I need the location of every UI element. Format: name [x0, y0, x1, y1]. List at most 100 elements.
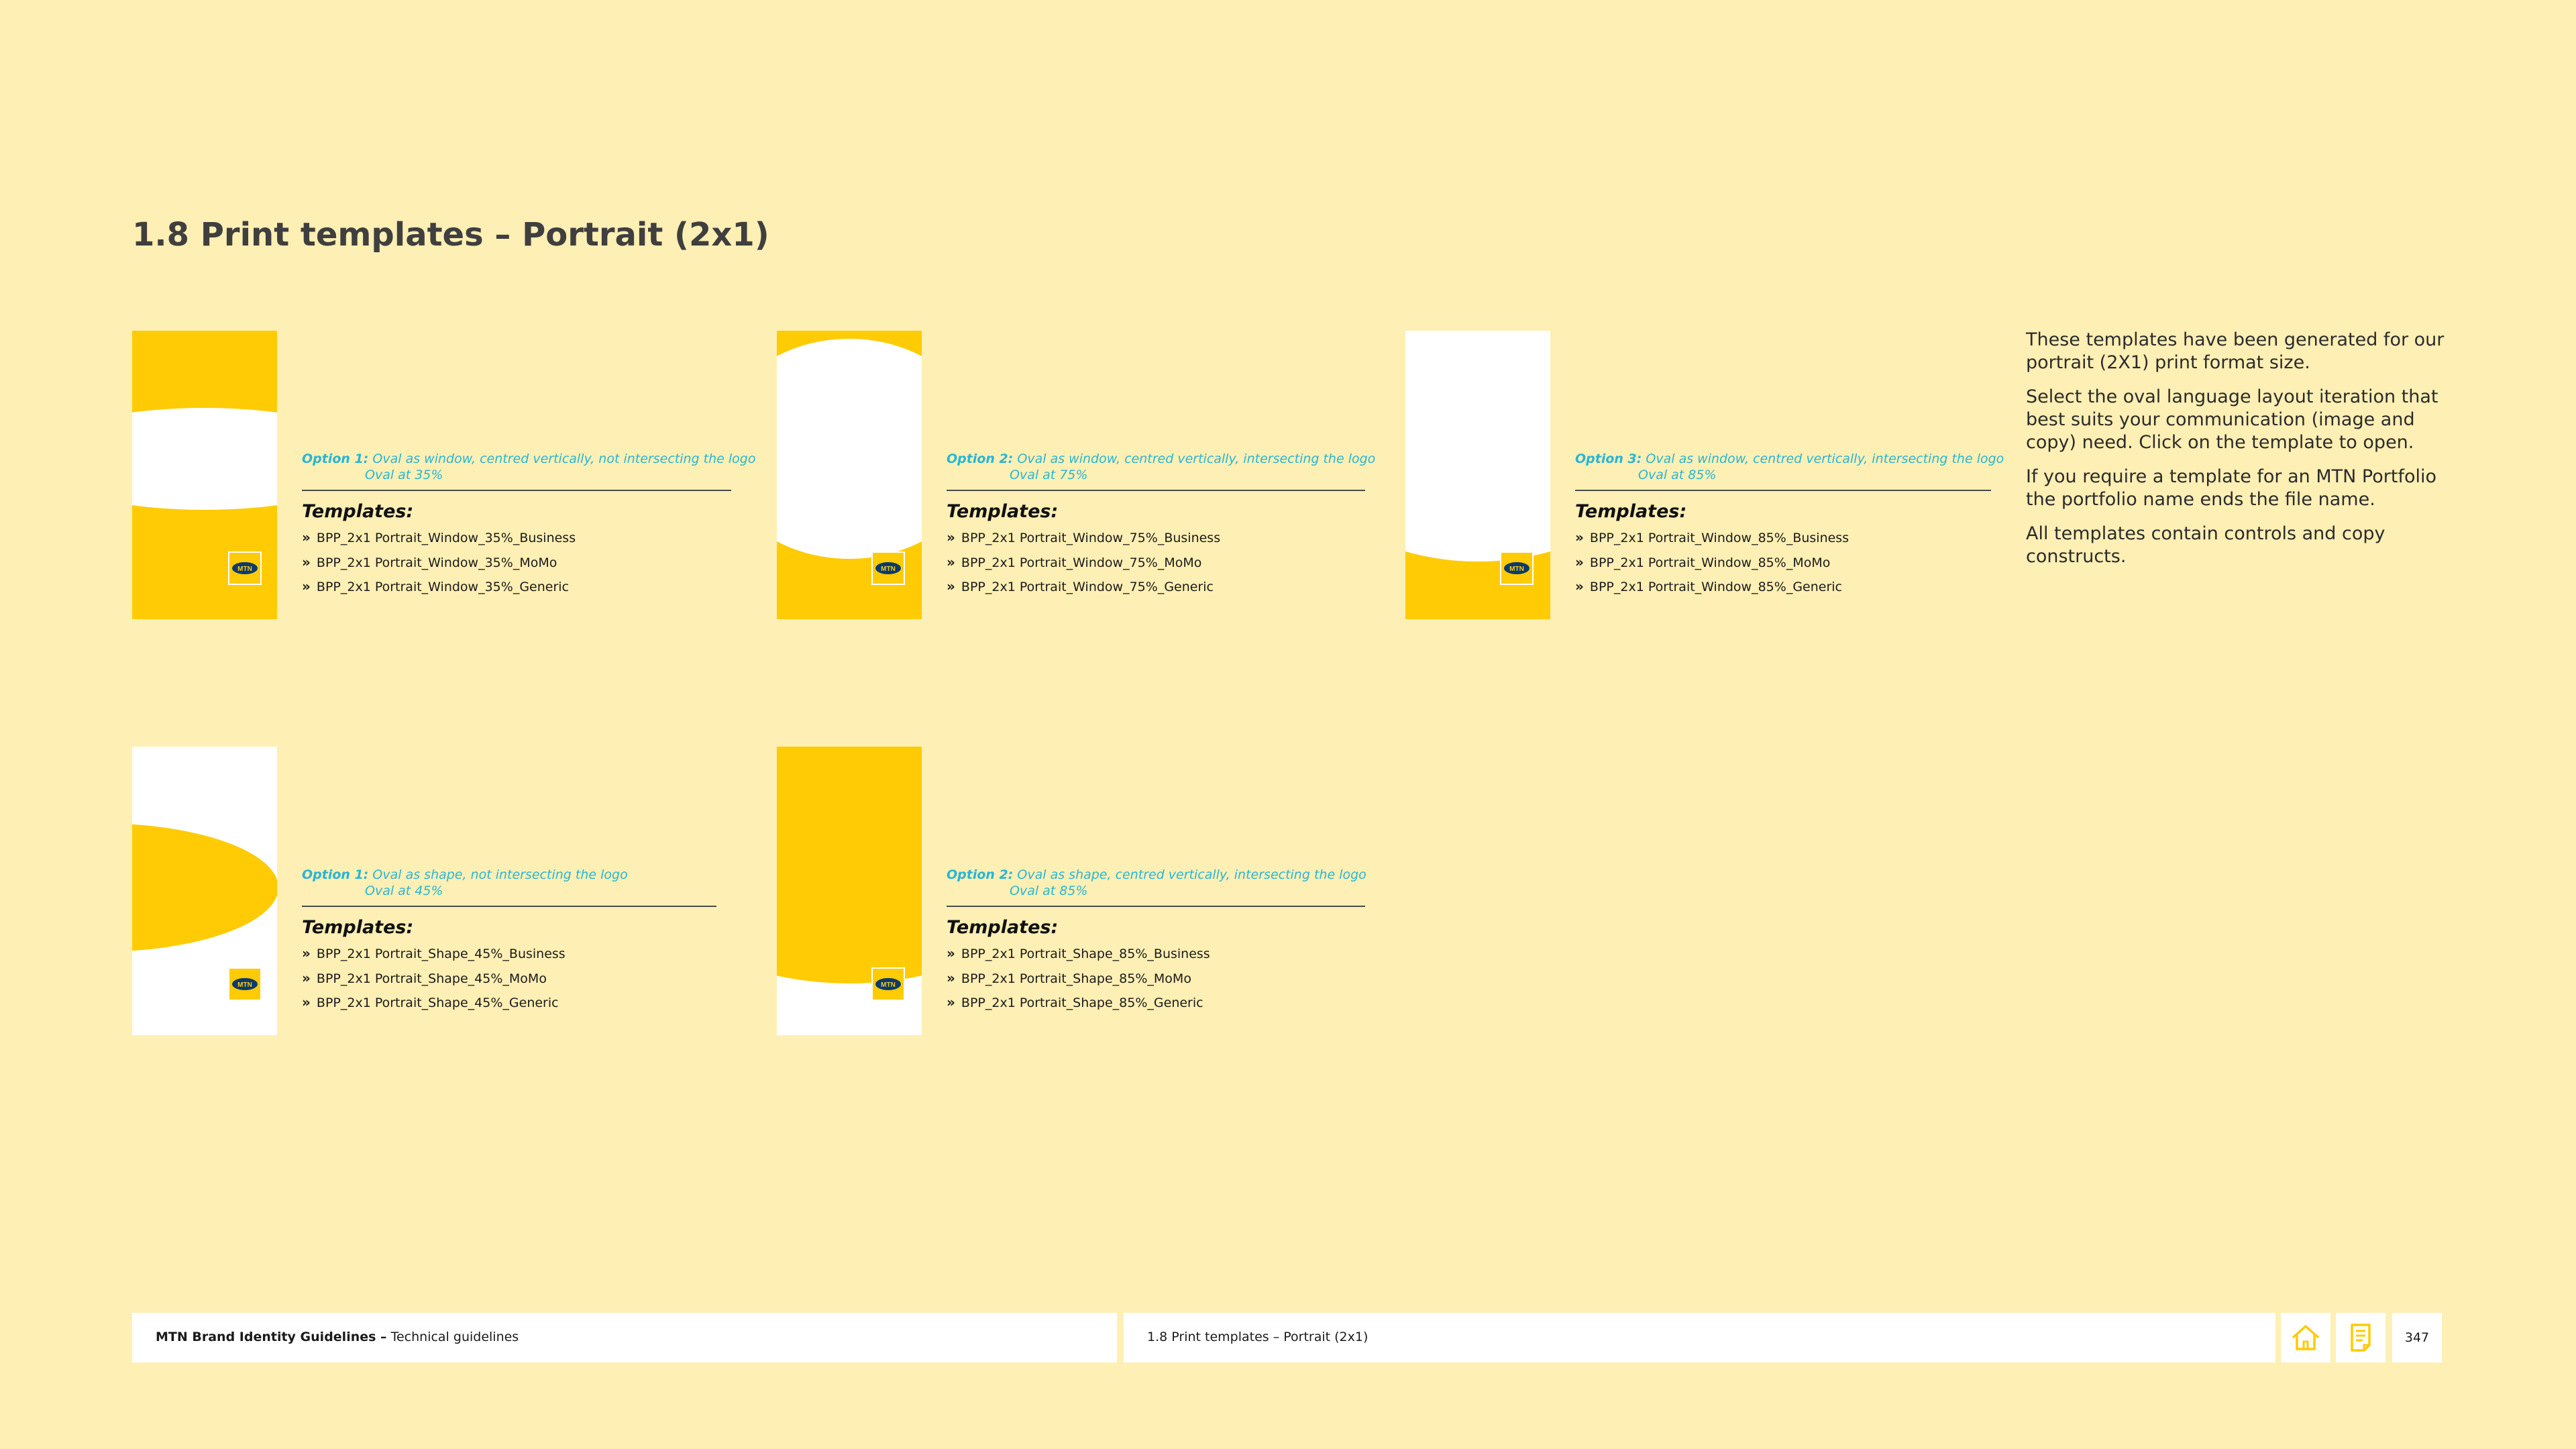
template-link[interactable]: » BPP_2x1 Portrait_Shape_85%_MoMo	[947, 967, 1366, 991]
option-label: Option 1:	[302, 451, 369, 466]
option-line2: Oval at 45%	[365, 883, 443, 898]
home-icon	[2292, 1325, 2319, 1350]
templates-heading: Templates:	[302, 501, 414, 522]
option-label: Option 3:	[1575, 451, 1642, 466]
option-line2: Oval at 85%	[1638, 468, 1717, 482]
option-label: Option 1:	[302, 867, 369, 882]
template-link[interactable]: » BPP_2x1 Portrait_Window_75%_MoMo	[947, 551, 1375, 576]
templates-heading: Templates:	[947, 501, 1059, 522]
option-description: Option 2: Oval as shape, centred vertica…	[947, 867, 1366, 899]
thumbnail-shape-45[interactable]: MTN	[132, 747, 277, 1035]
template-link[interactable]: » BPP_2x1 Portrait_Window_85%_MoMo	[1575, 551, 2004, 576]
double-chevron-right-icon: »	[1575, 529, 1584, 545]
double-chevron-right-icon: »	[947, 994, 955, 1010]
double-chevron-right-icon: »	[947, 945, 955, 961]
double-chevron-right-icon: »	[302, 553, 311, 570]
divider	[947, 906, 1365, 907]
template-link[interactable]: » BPP_2x1 Portrait_Shape_45%_MoMo	[302, 967, 716, 991]
template-link-label: BPP_2x1 Portrait_Window_75%_MoMo	[961, 555, 1202, 570]
option-label: Option 2:	[947, 867, 1014, 882]
template-link[interactable]: » BPP_2x1 Portrait_Shape_85%_Generic	[947, 991, 1366, 1016]
template-link-label: BPP_2x1 Portrait_Window_35%_Business	[316, 531, 576, 545]
double-chevron-right-icon: »	[947, 969, 955, 986]
option-line2: Oval at 35%	[365, 468, 443, 482]
template-card-window-75: MTN Option 2: Oval as window, centred ve…	[777, 331, 1381, 619]
double-chevron-right-icon: »	[302, 529, 311, 545]
page-title: 1.8 Print templates – Portrait (2x1)	[132, 216, 769, 254]
template-link[interactable]: » BPP_2x1 Portrait_Window_85%_Business	[1575, 526, 2004, 551]
template-link-label: BPP_2x1 Portrait_Window_35%_Generic	[316, 580, 570, 594]
thumbnail-window-85[interactable]: MTN	[1405, 331, 1550, 619]
double-chevron-right-icon: »	[302, 994, 311, 1010]
footer-doc-subtitle: Technical guidelines	[390, 1330, 519, 1344]
double-chevron-right-icon: »	[947, 553, 955, 570]
divider	[302, 490, 731, 491]
contents-button[interactable]	[2336, 1313, 2385, 1362]
mtn-logo-text: MTN	[881, 981, 896, 989]
template-link-label: BPP_2x1 Portrait_Window_85%_MoMo	[1589, 555, 1831, 570]
template-link[interactable]: » BPP_2x1 Portrait_Window_35%_Business	[302, 526, 755, 551]
mtn-logo-text: MTN	[881, 566, 896, 573]
option-line1: Oval as window, centred vertically, not …	[372, 451, 756, 466]
templates-heading: Templates:	[302, 917, 414, 938]
template-link-label: BPP_2x1 Portrait_Window_85%_Business	[1589, 531, 1849, 545]
template-card-window-85: MTN Option 3: Oval as window, centred ve…	[1405, 331, 2009, 619]
divider	[302, 906, 716, 907]
template-link[interactable]: » BPP_2x1 Portrait_Shape_85%_Business	[947, 942, 1366, 967]
template-link-label: BPP_2x1 Portrait_Shape_45%_Generic	[316, 996, 559, 1010]
double-chevron-right-icon: »	[302, 969, 311, 986]
thumbnail-window-75[interactable]: MTN	[777, 331, 922, 619]
divider	[1575, 490, 1991, 491]
template-link-label: BPP_2x1 Portrait_Window_75%_Generic	[961, 580, 1214, 594]
template-link-label: BPP_2x1 Portrait_Window_85%_Generic	[1589, 580, 1843, 594]
template-link[interactable]: » BPP_2x1 Portrait_Window_75%_Business	[947, 526, 1375, 551]
option-description: Option 1: Oval as window, centred vertic…	[302, 451, 755, 483]
option-label: Option 2:	[947, 451, 1014, 466]
double-chevron-right-icon: »	[947, 529, 955, 545]
template-link[interactable]: » BPP_2x1 Portrait_Shape_45%_Business	[302, 942, 716, 967]
mtn-logo-text: MTN	[237, 566, 252, 573]
template-link[interactable]: » BPP_2x1 Portrait_Window_85%_Generic	[1575, 575, 2004, 600]
template-link-label: BPP_2x1 Portrait_Window_75%_Business	[961, 531, 1221, 545]
option-info: Option 2: Oval as shape, centred vertica…	[947, 867, 1366, 1016]
template-link-label: BPP_2x1 Portrait_Shape_45%_Business	[316, 947, 566, 961]
option-info: Option 2: Oval as window, centred vertic…	[947, 451, 1375, 600]
templates-heading: Templates:	[947, 917, 1059, 938]
template-link[interactable]: » BPP_2x1 Portrait_Window_35%_MoMo	[302, 551, 755, 576]
template-card-window-35: MTN Option 1: Oval as window, centred ve…	[132, 331, 755, 619]
option-description: Option 3: Oval as window, centred vertic…	[1575, 451, 2004, 483]
divider	[947, 490, 1365, 491]
template-link-label: BPP_2x1 Portrait_Window_35%_MoMo	[316, 555, 557, 570]
template-link-label: BPP_2x1 Portrait_Shape_85%_Business	[961, 947, 1210, 961]
option-line1: Oval as shape, not intersecting the logo	[372, 867, 628, 882]
double-chevron-right-icon: »	[947, 578, 955, 594]
template-link[interactable]: » BPP_2x1 Portrait_Window_35%_Generic	[302, 575, 755, 600]
description-paragraph: These templates have been generated for …	[2026, 329, 2445, 373]
template-link[interactable]: » BPP_2x1 Portrait_Window_75%_Generic	[947, 575, 1375, 600]
page-number-box: 347	[2392, 1313, 2442, 1362]
footer-section-title: 1.8 Print templates – Portrait (2x1)	[1147, 1330, 1368, 1344]
template-link-label: BPP_2x1 Portrait_Shape_85%_Generic	[961, 996, 1203, 1010]
document-list-icon	[2351, 1324, 2371, 1352]
template-link-label: BPP_2x1 Portrait_Shape_85%_MoMo	[961, 971, 1191, 986]
page-number: 347	[2404, 1330, 2430, 1345]
template-card-shape-85: MTN Option 2: Oval as shape, centred ver…	[777, 747, 1381, 1035]
option-line1: Oval as shape, centred vertically, inter…	[1017, 867, 1366, 882]
mtn-logo-text: MTN	[237, 981, 252, 989]
template-link-label: BPP_2x1 Portrait_Shape_45%_MoMo	[316, 971, 547, 986]
thumbnail-window-35[interactable]: MTN	[132, 331, 277, 619]
footer-doc-name: MTN Brand Identity Guidelines –	[156, 1330, 387, 1344]
option-info: Option 1: Oval as shape, not intersectin…	[302, 867, 716, 1016]
description-paragraph: If you require a template for an MTN Por…	[2026, 466, 2436, 510]
template-link[interactable]: » BPP_2x1 Portrait_Shape_45%_Generic	[302, 991, 716, 1016]
double-chevron-right-icon: »	[1575, 553, 1584, 570]
option-description: Option 1: Oval as shape, not intersectin…	[302, 867, 716, 899]
option-info: Option 1: Oval as window, centred vertic…	[302, 451, 755, 600]
home-button[interactable]	[2281, 1313, 2330, 1362]
template-card-shape-45: MTN Option 1: Oval as shape, not interse…	[132, 747, 736, 1035]
footer-doc-title-bar: MTN Brand Identity Guidelines – Technica…	[132, 1313, 1117, 1362]
description-paragraph: All templates contain controls and copy …	[2026, 523, 2385, 567]
thumbnail-shape-85[interactable]: MTN	[777, 747, 922, 1035]
double-chevron-right-icon: »	[1575, 578, 1584, 594]
double-chevron-right-icon: »	[302, 578, 311, 594]
